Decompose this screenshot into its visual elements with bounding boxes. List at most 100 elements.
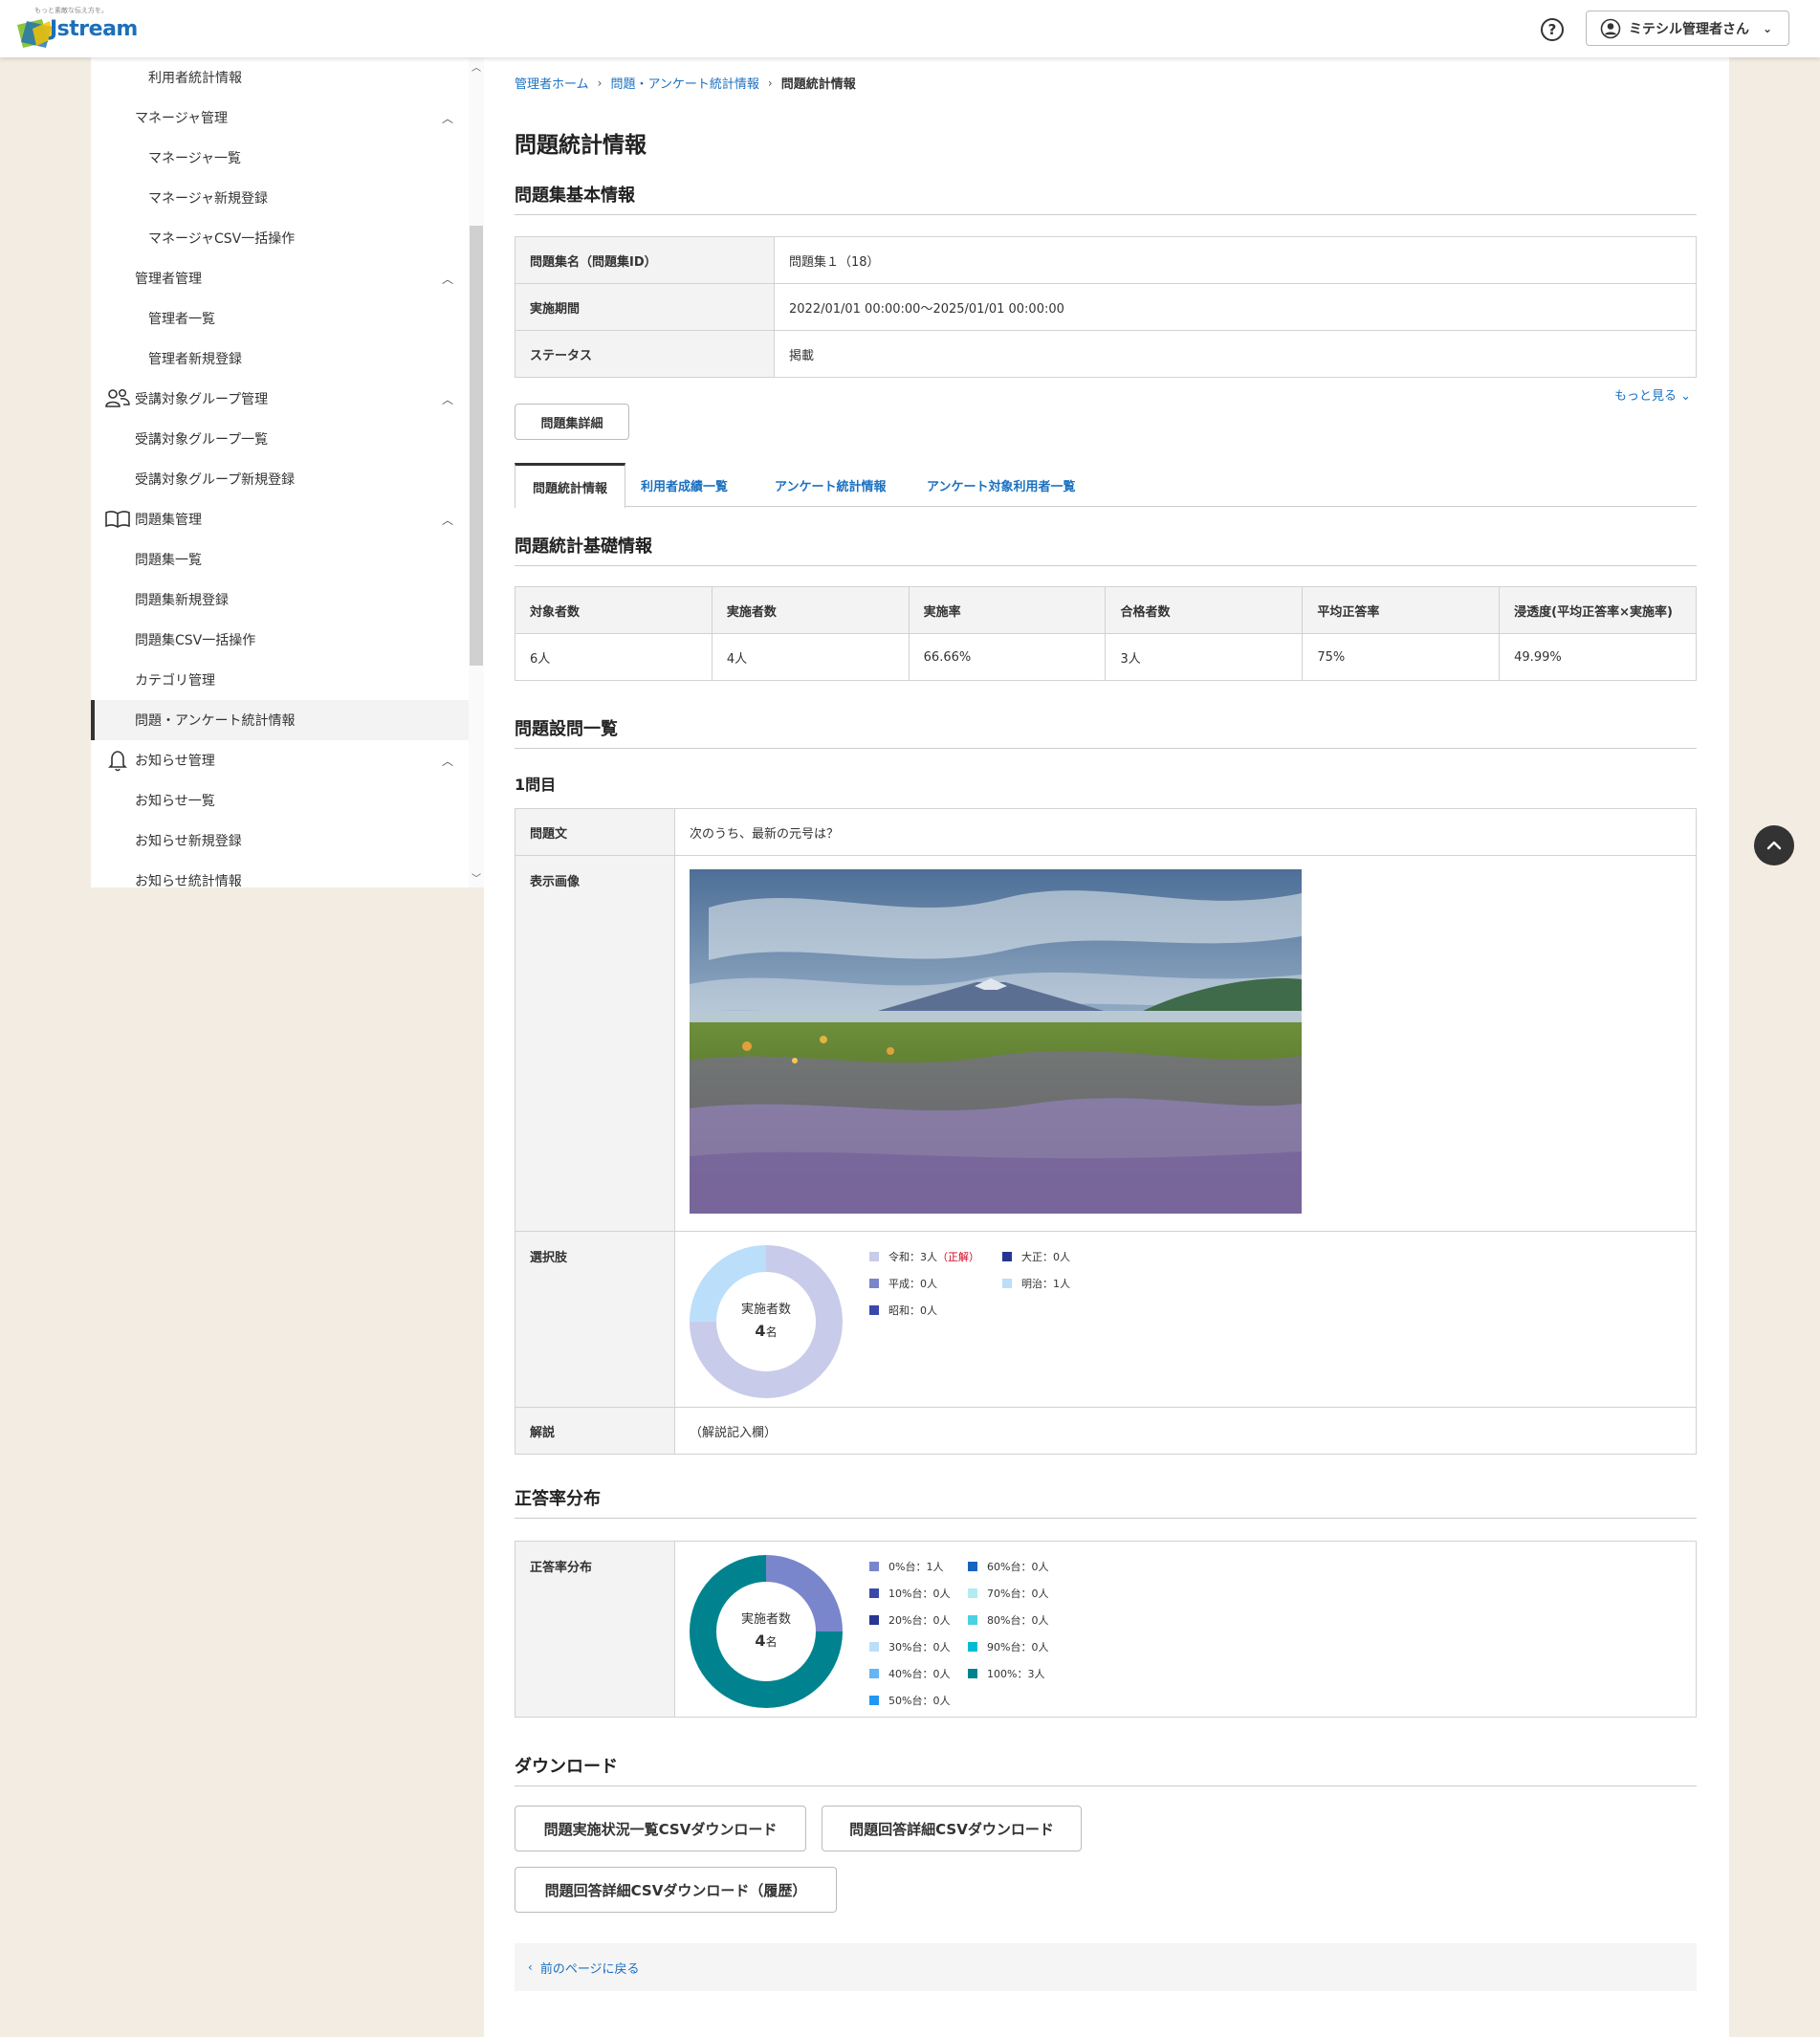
legend-label: 0%台：1人 [888, 1561, 944, 1573]
column-header: 合格者数 [1105, 586, 1304, 634]
sidebar-item-manager-list[interactable]: マネージャ一覧 [91, 138, 469, 178]
image-cell [674, 855, 1697, 1232]
legend-swatch [869, 1562, 879, 1571]
sidebar-item-admin-list[interactable]: 管理者一覧 [91, 298, 469, 339]
sidebar-item-label: お知らせ一覧 [135, 794, 215, 809]
breadcrumb-parent-link[interactable]: 問題・アンケート統計情報 [610, 74, 758, 92]
sidebar-item-label: 問題・アンケート統計情報 [135, 713, 296, 729]
table-cell: 66.66% [908, 633, 1107, 681]
sidebar-item-question-set-new[interactable]: 問題集新規登録 [91, 580, 469, 620]
user-menu-button[interactable]: ミテシル管理者さん ⌄ [1586, 11, 1789, 46]
legend-label: 40%台：0人 [888, 1668, 951, 1680]
row-value: 掲載 [774, 330, 1697, 378]
legend-swatch [869, 1252, 879, 1261]
row-key: 表示画像 [515, 855, 675, 1232]
donut-count: 4 [755, 1322, 766, 1340]
scrollbar-thumb[interactable] [470, 226, 483, 666]
scroll-down-icon[interactable]: ﹀ [471, 870, 481, 885]
section-title-stats: 問題統計基礎情報 [515, 533, 1697, 566]
table-row: 正答率分布 実施者数 4名 0%台：1人 10%台：0人 20%台：0人 30%… [515, 1541, 1697, 1718]
tab-user-results[interactable]: 利用者成績一覧 [641, 463, 728, 507]
column-header: 浸透度(平均正答率×実施率) [1499, 586, 1697, 634]
download-status-csv-button[interactable]: 問題実施状況一覧CSVダウンロード [515, 1806, 806, 1851]
sidebar-item-group-management[interactable]: 受講対象グループ管理 ︿ [91, 379, 469, 419]
row-key: ステータス [515, 330, 775, 378]
back-link[interactable]: ‹ 前のページに戻る [515, 1943, 1697, 1991]
legend-swatch [968, 1669, 977, 1678]
sidebar-item-notice-list[interactable]: お知らせ一覧 [91, 780, 469, 821]
sidebar-item-question-survey-stats[interactable]: 問題・アンケート統計情報 [91, 700, 469, 740]
explanation-text: （解説記入欄） [674, 1407, 1697, 1455]
sidebar-item-category-management[interactable]: カテゴリ管理 [91, 660, 469, 700]
sidebar-item-notice-management[interactable]: お知らせ管理 ︿ [91, 740, 469, 780]
show-more-label: もっと見る [1614, 389, 1677, 404]
chevron-up-icon [1766, 841, 1782, 850]
table-cell: 6人 [515, 633, 713, 681]
sidebar-item-label: 管理者管理 [135, 272, 202, 287]
sidebar-item-manager-csv[interactable]: マネージャCSV一括操作 [91, 218, 469, 258]
tab-survey-users[interactable]: アンケート対象利用者一覧 [927, 463, 1075, 507]
column-header: 対象者数 [515, 586, 713, 634]
stats-table: 対象者数 実施者数 実施率 合格者数 平均正答率 浸透度(平均正答率×実施率) … [515, 586, 1697, 681]
row-value: 問題集１（18） [774, 236, 1697, 284]
donut-count: 4 [755, 1632, 766, 1650]
sidebar-item-admin-new[interactable]: 管理者新規登録 [91, 339, 469, 379]
question-image [690, 869, 1302, 1214]
chevron-right-icon: › [767, 76, 773, 90]
section-title-basic-info: 問題集基本情報 [515, 182, 1697, 215]
legend-label: 90%台：0人 [987, 1641, 1049, 1654]
legend-item: 60%台：0人 [968, 1559, 1048, 1574]
sidebar-item-question-set-management[interactable]: 問題集管理 ︿ [91, 499, 469, 539]
sidebar-item-label: マネージャ管理 [135, 111, 229, 126]
help-icon[interactable]: ? [1541, 18, 1564, 41]
row-key: 実施期間 [515, 283, 775, 331]
top-header: もっと素敵な伝え方を。 Jstream ? ミテシル管理者さん ⌄ [0, 0, 1820, 57]
scroll-to-top-button[interactable] [1754, 825, 1794, 865]
main-content: 管理者ホーム › 問題・アンケート統計情報 › 問題統計情報 問題統計情報 問題… [484, 57, 1729, 2037]
sidebar-scrollbar[interactable]: ︿ ﹀ [469, 57, 484, 887]
book-icon [105, 511, 130, 528]
legend-swatch [869, 1642, 879, 1652]
sidebar: 利用者統計情報 マネージャ管理 ︿ マネージャ一覧 マネージャ新規登録 マネージャ… [91, 57, 469, 889]
chevron-up-icon: ︿ [442, 272, 454, 286]
sidebar-item-group-new[interactable]: 受講対象グループ新規登録 [91, 459, 469, 499]
show-more-link[interactable]: もっと見る ⌄ [1614, 385, 1691, 404]
legend-swatch [968, 1615, 977, 1625]
tab-question-stats[interactable]: 問題統計情報 [515, 463, 625, 508]
back-link-label: 前のページに戻る [539, 1961, 640, 1977]
sidebar-item-question-set-list[interactable]: 問題集一覧 [91, 539, 469, 580]
users-group-icon [105, 388, 130, 407]
sidebar-item-manager-new[interactable]: マネージャ新規登録 [91, 178, 469, 218]
distribution-donut-chart: 実施者数 4名 [690, 1555, 843, 1708]
sidebar-item-label: お知らせ管理 [135, 754, 215, 769]
question-set-detail-button[interactable]: 問題集詳細 [515, 404, 629, 440]
logo-tagline: もっと素敵な伝え方を。 [34, 7, 108, 14]
legend-item: 100%：3人 [968, 1666, 1044, 1681]
download-answer-history-csv-button[interactable]: 問題回答詳細CSVダウンロード（履歴） [515, 1867, 837, 1913]
page-title: 問題統計情報 [515, 133, 647, 158]
legend-swatch [869, 1696, 879, 1705]
sidebar-item-notice-stats[interactable]: お知らせ統計情報 [91, 861, 469, 901]
sidebar-item-group-list[interactable]: 受講対象グループ一覧 [91, 419, 469, 459]
download-answer-detail-csv-button[interactable]: 問題回答詳細CSVダウンロード [822, 1806, 1082, 1851]
sidebar-item-admin-management[interactable]: 管理者管理 ︿ [91, 258, 469, 298]
donut-label: 実施者数 [740, 1303, 791, 1317]
legend-swatch [869, 1669, 879, 1678]
sidebar-item-label: 受講対象グループ一覧 [135, 432, 269, 448]
tab-survey-stats[interactable]: アンケート統計情報 [775, 463, 886, 507]
chevron-up-icon: ︿ [442, 111, 454, 125]
sidebar-item-label: 管理者新規登録 [148, 352, 242, 367]
sidebar-item-question-set-csv[interactable]: 問題集CSV一括操作 [91, 620, 469, 660]
sidebar-item-notice-new[interactable]: お知らせ新規登録 [91, 821, 469, 861]
section-title-distribution: 正答率分布 [515, 1485, 1697, 1519]
sidebar-item-manager-management[interactable]: マネージャ管理 ︿ [91, 98, 469, 138]
sidebar-item-user-stats[interactable]: 利用者統計情報 [91, 57, 469, 98]
breadcrumb-home-link[interactable]: 管理者ホーム [515, 74, 589, 92]
table-cell: 4人 [711, 633, 910, 681]
scroll-up-icon[interactable]: ︿ [471, 59, 481, 74]
user-name: ミテシル管理者さん [1629, 21, 1749, 37]
distribution-table: 正答率分布 実施者数 4名 0%台：1人 10%台：0人 20%台：0人 30%… [515, 1541, 1697, 1718]
table-row: ステータス 掲載 [515, 330, 1697, 378]
question-text: 次のうち、最新の元号は？ [674, 808, 1697, 856]
jstream-logo[interactable]: もっと素敵な伝え方を。 Jstream [13, 6, 138, 52]
